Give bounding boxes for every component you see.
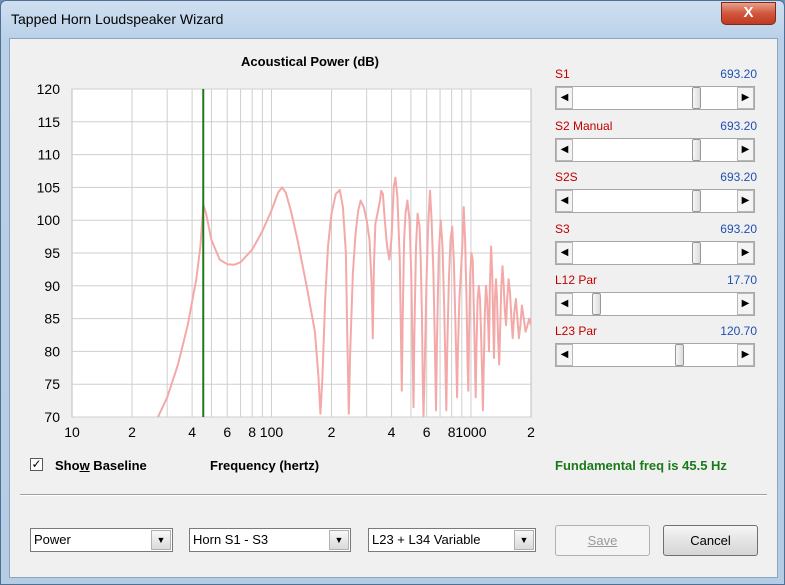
scroll-right-icon[interactable]: ▶ [737,87,754,109]
x-tick-label: 2 [128,424,136,440]
close-icon: X [743,4,754,21]
scroll-left-icon[interactable]: ◀ [556,190,573,212]
slider-label-s1: S1 [555,67,570,81]
y-tick-label: 110 [38,147,61,163]
scroll-left-icon[interactable]: ◀ [556,139,573,161]
slider-value-s2: 693.20 [720,119,757,133]
slider-value-s1: 693.20 [720,67,757,81]
slider-s2[interactable]: ◀ ▶ [555,138,755,162]
save-button[interactable]: Save [555,525,650,556]
scroll-left-icon[interactable]: ◀ [556,87,573,109]
scroll-left-icon[interactable]: ◀ [556,344,573,366]
x-tick-label: 1000 [455,424,486,440]
x-tick-label: 2 [328,424,336,440]
y-tick-label: 70 [44,409,60,425]
y-tick-label: 115 [38,114,61,130]
slider-value-l12: 17.70 [726,273,757,287]
wizard-window: Tapped Horn Loudspeaker Wizard X Acousti… [0,0,785,585]
slider-label-s2s: S2S [555,170,578,184]
x-tick-label: 8 [248,424,256,440]
slider-thumb[interactable] [692,139,701,161]
slider-s2s[interactable]: ◀ ▶ [555,189,755,213]
show-baseline-label-part: Sho [55,458,80,473]
scroll-right-icon[interactable]: ▶ [737,139,754,161]
slider-s3[interactable]: ◀ ▶ [555,241,755,265]
cancel-button[interactable]: Cancel [663,525,758,556]
title-bar[interactable]: Tapped Horn Loudspeaker Wizard X [1,1,784,37]
y-tick-label: 120 [37,81,61,97]
slider-label-s2: S2 Manual [555,119,613,133]
x-tick-label: 4 [388,424,396,440]
slider-thumb[interactable] [692,87,701,109]
slider-thumb[interactable] [592,293,601,315]
x-axis-label: Frequency (hertz) [210,458,320,473]
slider-l12[interactable]: ◀ ▶ [555,292,755,316]
scroll-right-icon[interactable]: ▶ [737,293,754,315]
chevron-down-icon[interactable]: ▼ [151,530,171,550]
chevron-down-icon[interactable]: ▼ [329,530,349,550]
window-title: Tapped Horn Loudspeaker Wizard [11,11,224,27]
show-baseline-label-part: Baseline [89,458,147,473]
close-button[interactable]: X [721,2,776,25]
slider-label-l12: L12 Par [555,273,598,287]
show-baseline-checkbox[interactable]: ✓ [30,458,43,471]
show-baseline-accelerator: w [79,458,90,473]
y-tick-label: 80 [44,343,60,359]
scroll-left-icon[interactable]: ◀ [556,293,573,315]
slider-value-s2s: 693.20 [720,170,757,184]
y-tick-label: 85 [44,311,60,327]
slider-s1[interactable]: ◀ ▶ [555,86,755,110]
slider-thumb[interactable] [692,242,701,264]
dialog-client-area: Acoustical Power (dB) 120 115 110 105 100 95 9… [9,38,778,578]
fundamental-frequency-text: Fundamental freq is 45.5 Hz [555,458,727,473]
scroll-right-icon[interactable]: ▶ [737,344,754,366]
x-tick-label: 10 [64,424,80,440]
slider-l23[interactable]: ◀ ▶ [555,343,755,367]
x-tick-label: 100 [260,424,284,440]
slider-track[interactable] [573,190,737,212]
x-tick-label: 6 [423,424,431,440]
slider-thumb[interactable] [692,190,701,212]
x-tick-label: 6 [223,424,231,440]
y-tick-label: 75 [44,376,60,392]
slider-track[interactable] [573,242,737,264]
y-tick-label: 90 [44,278,60,294]
show-baseline-label[interactable]: Show Baseline [55,458,147,473]
power-chart: 12011511010510095908580757010 2 4 6 8 100 2 4 6 8… [37,81,535,440]
slider-track[interactable] [573,293,737,315]
slider-label-s3: S3 [555,222,570,236]
x-tick-label: 4 [188,424,196,440]
slider-label-l23: L23 Par [555,324,598,338]
y-tick-label: 105 [37,179,61,195]
scroll-left-icon[interactable]: ◀ [556,242,573,264]
x-tick-label: 2 [527,424,535,440]
slider-thumb[interactable] [675,344,684,366]
chevron-down-icon[interactable]: ▼ [514,530,534,550]
slider-value-s3: 693.20 [720,222,757,236]
slider-track[interactable] [573,344,737,366]
slider-track[interactable] [573,139,737,161]
variable-mode-value: L23 + L34 Variable [372,532,481,547]
slider-value-l23: 120.70 [720,324,757,338]
separator [20,494,767,496]
scroll-right-icon[interactable]: ▶ [737,190,754,212]
slider-track[interactable] [573,87,737,109]
y-tick-label: 100 [37,212,61,228]
horn-section-value: Horn S1 - S3 [193,532,269,547]
scroll-right-icon[interactable]: ▶ [737,242,754,264]
output-type-dropdown[interactable]: Power ▼ [30,528,173,552]
y-tick-label: 95 [44,245,60,261]
output-type-value: Power [34,532,71,547]
horn-section-dropdown[interactable]: Horn S1 - S3 ▼ [189,528,351,552]
variable-mode-dropdown[interactable]: L23 + L34 Variable ▼ [368,528,536,552]
